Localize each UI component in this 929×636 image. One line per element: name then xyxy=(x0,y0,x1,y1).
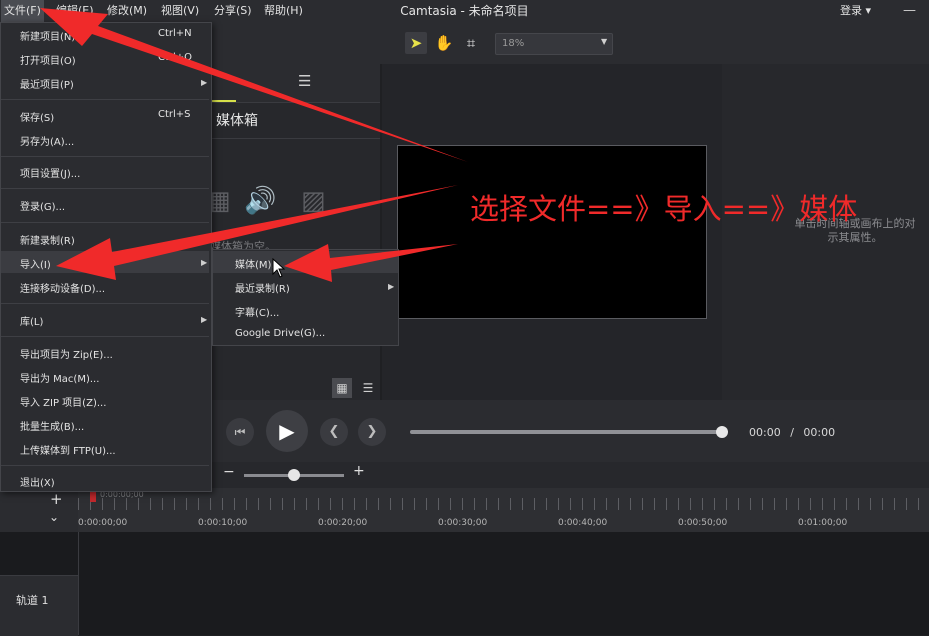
annotation-text: 选择文件==》导入==》媒体 xyxy=(470,192,858,226)
arrow-to-file-menu xyxy=(40,8,468,162)
arrow-to-import xyxy=(56,185,458,280)
arrow-to-media xyxy=(284,244,458,282)
annotation-arrows xyxy=(40,8,468,282)
